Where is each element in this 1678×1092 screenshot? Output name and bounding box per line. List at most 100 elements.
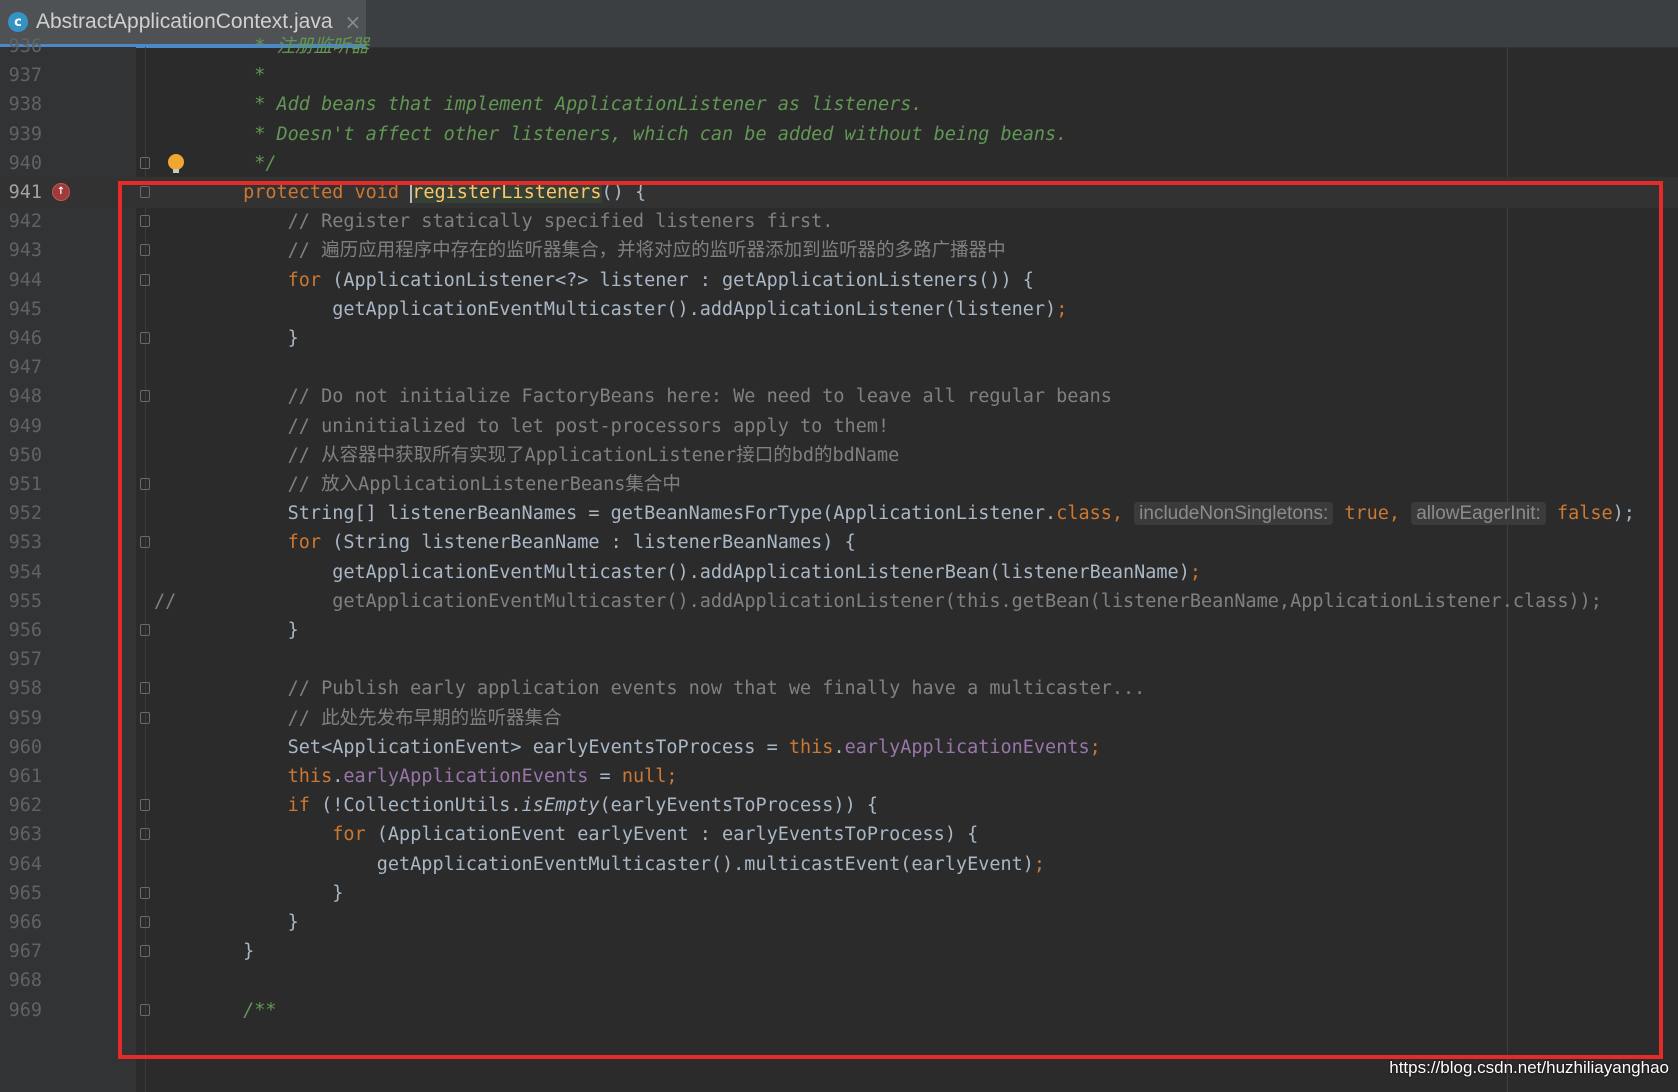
fold-marker-icon[interactable] xyxy=(140,156,150,169)
code-text[interactable]: } xyxy=(154,323,299,354)
code-line-942[interactable]: 942 // Register statically specified lis… xyxy=(0,206,1678,237)
fold-marker-icon[interactable] xyxy=(140,186,150,198)
code-line-940[interactable]: 940 */ xyxy=(0,148,1678,179)
override-marker-icon[interactable]: ↑ xyxy=(52,183,70,201)
code-line-961[interactable]: 961 this.earlyApplicationEvents = null; xyxy=(0,761,1678,792)
fold-marker-icon[interactable] xyxy=(140,1003,150,1016)
code-token: // uninitialized to let post-processors … xyxy=(154,415,890,437)
fold-marker-icon[interactable] xyxy=(140,332,150,344)
line-number: 937 xyxy=(8,65,42,87)
fold-marker-icon[interactable] xyxy=(140,624,150,636)
code-token: ; xyxy=(1056,298,1068,320)
code-line-955[interactable]: 955 // getApplicationEventMulticaster().a… xyxy=(0,586,1678,617)
code-line-946[interactable]: 946 } xyxy=(0,323,1678,354)
code-line-964[interactable]: 964 getApplicationEventMulticaster().mul… xyxy=(0,849,1678,880)
code-token: ; xyxy=(1189,561,1201,583)
line-number: 951 xyxy=(8,474,42,495)
fold-marker-icon[interactable] xyxy=(140,886,150,899)
code-line-945[interactable]: 945 getApplicationEventMulticaster().add… xyxy=(0,294,1678,325)
code-line-936[interactable]: 936 * 注册监听器 xyxy=(0,31,1678,62)
code-token: } xyxy=(154,941,255,963)
fold-marker-icon[interactable] xyxy=(140,799,150,812)
code-line-965[interactable]: 965 } xyxy=(0,878,1678,909)
code-line-944[interactable]: 944 for (ApplicationListener<?> listener… xyxy=(0,265,1678,296)
line-number: 945 xyxy=(8,298,42,320)
code-text[interactable]: // getApplicationEventMulticaster().addA… xyxy=(154,586,1602,617)
fold-marker-icon[interactable] xyxy=(140,478,150,490)
fold-marker-icon[interactable] xyxy=(140,828,150,841)
code-line-957[interactable]: 957 xyxy=(0,644,1678,675)
code-text[interactable]: String[] listenerBeanNames = getBeanName… xyxy=(154,498,1635,529)
code-text[interactable]: * Add beans that implement ApplicationLi… xyxy=(154,89,922,120)
code-text[interactable]: getApplicationEventMulticaster().addAppl… xyxy=(154,294,1067,325)
code-text[interactable]: this.earlyApplicationEvents = null; xyxy=(154,761,678,792)
fold-marker-icon[interactable] xyxy=(140,273,150,286)
code-line-953[interactable]: 953 for (String listenerBeanName : liste… xyxy=(0,527,1678,558)
code-token: } xyxy=(154,620,299,641)
code-token: if xyxy=(287,795,322,817)
code-text[interactable]: } xyxy=(154,936,254,967)
code-line-967[interactable]: 967 } xyxy=(0,936,1678,967)
fold-marker-icon[interactable] xyxy=(140,945,150,958)
code-line-962[interactable]: 962 if (!CollectionUtils.isEmpty(earlyEv… xyxy=(0,790,1678,821)
code-line-939[interactable]: 939 * Doesn't affect other listeners, wh… xyxy=(0,119,1678,150)
code-line-966[interactable]: 966 } xyxy=(0,907,1678,938)
code-text[interactable]: */ xyxy=(154,148,277,179)
code-token: getApplicationEventMulticaster().addAppl… xyxy=(154,561,1190,583)
code-text[interactable]: getApplicationEventMulticaster().addAppl… xyxy=(154,557,1201,588)
code-line-959[interactable]: 959 // 此处先发布早期的监听器集合 xyxy=(0,703,1678,734)
code-line-951[interactable]: 951 // 放入ApplicationListenerBeans集合中 xyxy=(0,469,1678,500)
code-text[interactable]: } xyxy=(154,615,299,646)
fold-marker-icon[interactable] xyxy=(140,682,150,695)
code-text[interactable]: * Doesn't affect other listeners, which … xyxy=(154,119,1067,150)
code-line-954[interactable]: 954 getApplicationEventMulticaster().add… xyxy=(0,557,1678,588)
code-text[interactable]: * 注册监听器 xyxy=(154,31,369,62)
code-line-949[interactable]: 949 // uninitialized to let post-process… xyxy=(0,411,1678,442)
code-text[interactable]: } xyxy=(154,907,299,938)
code-text[interactable]: for (ApplicationListener<?> listener : g… xyxy=(154,265,1034,296)
code-text[interactable]: // uninitialized to let post-processors … xyxy=(154,411,889,442)
code-line-956[interactable]: 956 } xyxy=(0,615,1678,646)
code-text[interactable]: protected void registerListeners() { xyxy=(154,177,646,208)
code-token: . xyxy=(332,766,344,787)
code-line-948[interactable]: 948 // Do not initialize FactoryBeans he… xyxy=(0,381,1678,412)
code-line-963[interactable]: 963 for (ApplicationEvent earlyEvent : e… xyxy=(0,819,1678,850)
code-line-958[interactable]: 958 // Publish early application events … xyxy=(0,673,1678,704)
code-line-943[interactable]: 943 // 遍历应用程序中存在的监听器集合，并将对应的监听器添加到监听器的多路… xyxy=(0,235,1678,266)
code-line-938[interactable]: 938 * Add beans that implement Applicati… xyxy=(0,89,1678,120)
code-text[interactable]: // Publish early application events now … xyxy=(154,673,1146,704)
code-text[interactable]: if (!CollectionUtils.isEmpty(earlyEvents… xyxy=(154,790,878,821)
code-text[interactable]: // 从容器中获取所有实现了ApplicationListener接口的bd的b… xyxy=(154,440,900,471)
code-line-950[interactable]: 950 // 从容器中获取所有实现了ApplicationListener接口的… xyxy=(0,440,1678,471)
code-text[interactable]: * xyxy=(154,60,265,91)
fold-marker-icon[interactable] xyxy=(140,390,150,403)
code-text[interactable]: getApplicationEventMulticaster().multica… xyxy=(154,849,1045,880)
code-text[interactable]: Set<ApplicationEvent> earlyEventsToProce… xyxy=(154,732,1101,763)
fold-marker-icon[interactable] xyxy=(140,711,150,724)
fold-marker-icon[interactable] xyxy=(140,215,150,228)
code-token: // 放入ApplicationListenerBeans集合中 xyxy=(154,474,681,495)
code-text[interactable]: // 此处先发布早期的监听器集合 xyxy=(154,703,562,734)
code-text[interactable]: } xyxy=(154,878,343,909)
code-line-947[interactable]: 947 xyxy=(0,352,1678,383)
code-token: */ xyxy=(154,152,277,174)
code-line-968[interactable]: 968 xyxy=(0,965,1678,996)
code-line-969[interactable]: 969 /** xyxy=(0,995,1678,1026)
code-text[interactable]: /** xyxy=(154,995,276,1026)
code-text[interactable]: // 遍历应用程序中存在的监听器集合，并将对应的监听器添加到监听器的多路广播器中 xyxy=(154,235,1006,266)
code-token: // 遍历应用程序中存在的监听器集合，并将对应的监听器添加到监听器的多路广播器中 xyxy=(154,240,1006,262)
code-line-960[interactable]: 960 Set<ApplicationEvent> earlyEventsToP… xyxy=(0,732,1678,763)
code-line-952[interactable]: 952 String[] listenerBeanNames = getBean… xyxy=(0,498,1678,529)
code-token: * Doesn't affect other listeners, which … xyxy=(154,123,1068,145)
code-line-937[interactable]: 937 * xyxy=(0,60,1678,91)
code-text[interactable]: // 放入ApplicationListenerBeans集合中 xyxy=(154,469,681,500)
code-text[interactable]: // Do not initialize FactoryBeans here: … xyxy=(154,381,1112,412)
code-line-941[interactable]: 941 ↑ protected void registerListeners() … xyxy=(0,177,1678,208)
code-text[interactable]: for (String listenerBeanName : listenerB… xyxy=(154,527,856,558)
code-text[interactable]: for (ApplicationEvent earlyEvent : early… xyxy=(154,819,978,850)
fold-marker-icon[interactable] xyxy=(140,536,150,549)
code-text[interactable]: // Register statically specified listene… xyxy=(154,206,834,237)
fold-marker-icon[interactable] xyxy=(140,916,150,928)
fold-marker-icon[interactable] xyxy=(140,244,150,257)
